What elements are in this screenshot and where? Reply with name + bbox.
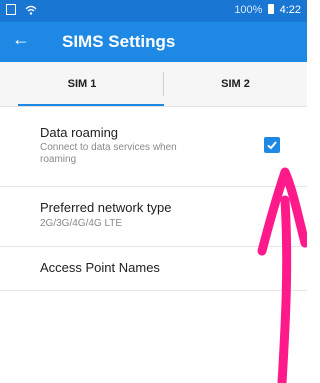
annotation-arrow — [257, 167, 307, 383]
